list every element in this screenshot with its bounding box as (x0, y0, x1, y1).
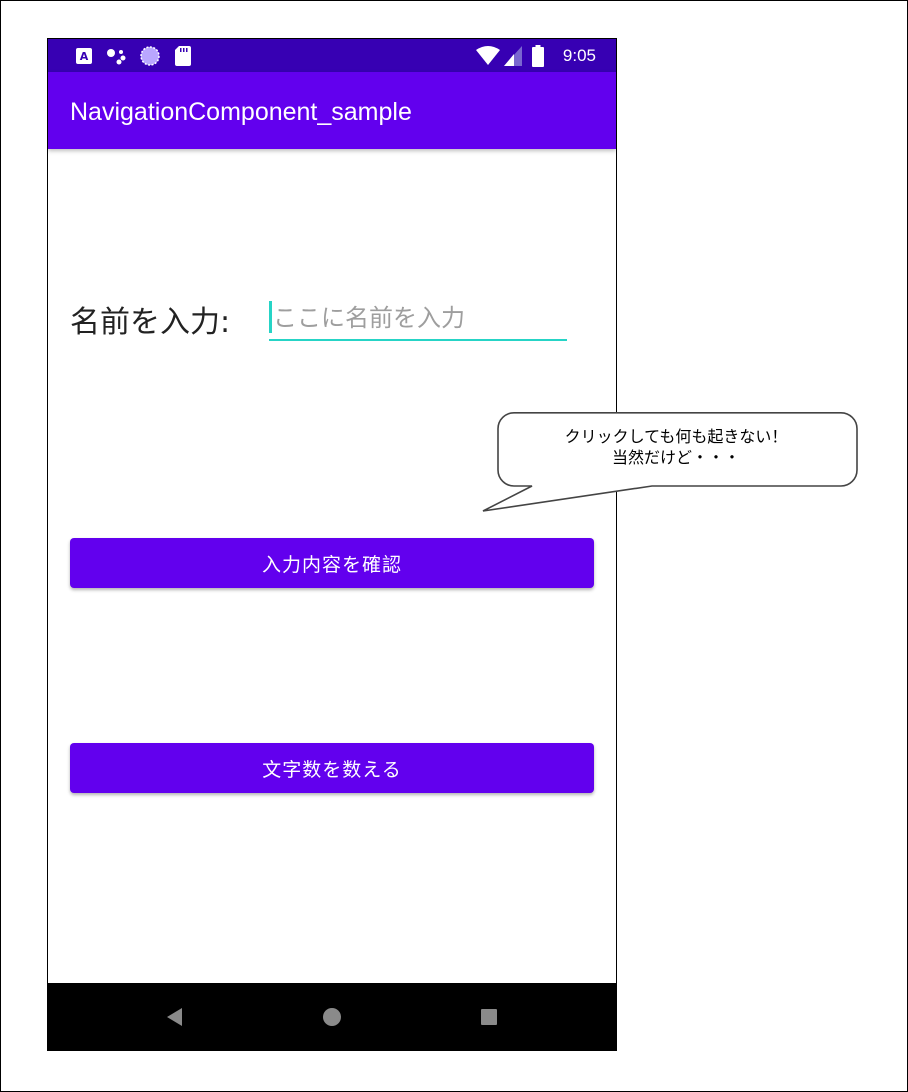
name-label: 名前を入力: (70, 305, 231, 340)
confirm-input-button[interactable]: 入力内容を確認 (70, 538, 594, 588)
assistant-dots-icon (106, 39, 128, 72)
svg-text:A: A (80, 50, 89, 63)
count-characters-button[interactable]: 文字数を数える (70, 743, 594, 793)
recents-icon[interactable] (469, 983, 509, 1050)
app-title: NavigationComponent_sample (70, 98, 412, 126)
loading-circle-icon (140, 39, 160, 72)
app-bar: NavigationComponent_sample (48, 72, 616, 149)
phone-screen: A 9:05 NavigationComponent_sample 名前を入力:… (47, 38, 617, 1051)
navigation-bar (48, 983, 616, 1050)
callout-line-2: 当然だけど・・・ (611, 448, 740, 467)
signal-icon (504, 39, 522, 72)
wifi-icon (476, 39, 500, 72)
status-bar: A 9:05 (48, 39, 616, 72)
callout-line-1: クリックしても何も起きない！ (564, 427, 788, 446)
status-time: 9:05 (562, 46, 596, 65)
name-input[interactable] (269, 297, 571, 339)
text-cursor (269, 301, 272, 333)
name-input-container (269, 297, 571, 341)
back-icon[interactable] (155, 983, 195, 1050)
callout-text: クリックしても何も起きない！ 当然だけど・・・ (500, 426, 852, 468)
app-a-icon: A (76, 39, 92, 72)
battery-icon (532, 39, 544, 72)
sd-card-icon (175, 39, 191, 72)
home-icon[interactable] (312, 983, 352, 1050)
